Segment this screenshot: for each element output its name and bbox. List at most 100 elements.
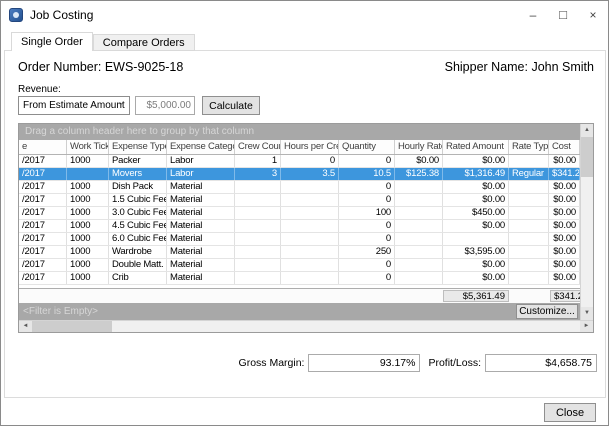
close-button[interactable]: Close bbox=[544, 403, 596, 422]
gross-margin-value: 93.17% bbox=[308, 354, 420, 372]
column-header[interactable]: Work Ticket bbox=[67, 140, 109, 154]
column-header[interactable]: Cost bbox=[549, 140, 580, 154]
expenses-grid: Drag a column header here to group by th… bbox=[18, 123, 594, 333]
column-header[interactable]: e bbox=[19, 140, 67, 154]
column-header[interactable]: Expense Category bbox=[167, 140, 235, 154]
table-cell: $0.00 bbox=[443, 220, 509, 232]
scroll-down-icon[interactable]: ▼ bbox=[581, 307, 593, 320]
horizontal-scrollbar-track[interactable] bbox=[112, 321, 580, 332]
table-row[interactable]: /2017MoversLabor33.510.5$125.38$1,316.49… bbox=[19, 168, 580, 181]
table-row[interactable]: /201710006.0 Cubic FeetMaterial0$0.00 bbox=[19, 233, 580, 246]
tab-compare-orders[interactable]: Compare Orders bbox=[93, 34, 195, 51]
table-cell: $0.00 bbox=[549, 155, 580, 167]
column-header[interactable]: Hourly Rate bbox=[395, 140, 443, 154]
table-row[interactable]: /20171000WardrobeMaterial250$3,595.00$0.… bbox=[19, 246, 580, 259]
table-cell bbox=[235, 207, 281, 219]
scroll-left-icon[interactable]: ◄ bbox=[19, 321, 32, 332]
table-cell bbox=[395, 259, 443, 271]
table-cell: 3.0 Cubic Feet bbox=[109, 207, 167, 219]
table-cell: /2017 bbox=[19, 233, 67, 245]
shipper-name-text: Shipper Name: John Smith bbox=[445, 60, 594, 74]
table-cell: Material bbox=[167, 207, 235, 219]
table-cell bbox=[281, 272, 339, 284]
table-cell: 1000 bbox=[67, 220, 109, 232]
table-cell bbox=[509, 155, 549, 167]
table-cell: 0 bbox=[281, 155, 339, 167]
table-cell: $341.25 bbox=[549, 168, 580, 180]
column-header[interactable]: Rated Amount bbox=[443, 140, 509, 154]
table-cell: $3,595.00 bbox=[443, 246, 509, 258]
revenue-label: Revenue: bbox=[18, 84, 61, 95]
horizontal-scrollbar[interactable]: ◄ ► bbox=[19, 320, 593, 332]
table-cell: $0.00 bbox=[395, 155, 443, 167]
summary-spacer bbox=[339, 289, 395, 303]
minimize-icon[interactable]: – bbox=[518, 1, 548, 28]
table-row[interactable]: /20171000Double Matt.Material0$0.00$0.00 bbox=[19, 259, 580, 272]
table-cell: /2017 bbox=[19, 181, 67, 193]
table-cell: 10.5 bbox=[339, 168, 395, 180]
revenue-source-select[interactable]: From Estimate Amount ⌄ bbox=[18, 96, 130, 115]
table-cell bbox=[395, 181, 443, 193]
table-row[interactable]: /201710004.5 Cubic FeetMaterial0$0.00$0.… bbox=[19, 220, 580, 233]
table-row[interactable]: /201710003.0 Cubic FeetMaterial100$450.0… bbox=[19, 207, 580, 220]
table-cell: $0.00 bbox=[443, 181, 509, 193]
close-window-icon[interactable]: × bbox=[578, 1, 608, 28]
horizontal-scrollbar-thumb[interactable] bbox=[32, 321, 112, 332]
table-cell: Labor bbox=[167, 168, 235, 180]
column-header[interactable]: Hours per Crew bbox=[281, 140, 339, 154]
revenue-amount-input[interactable]: $5,000.00 bbox=[135, 96, 195, 115]
column-header[interactable]: Quantity bbox=[339, 140, 395, 154]
table-cell bbox=[443, 233, 509, 245]
table-cell: $0.00 bbox=[443, 272, 509, 284]
scroll-up-icon[interactable]: ▲ bbox=[581, 124, 593, 137]
table-row[interactable]: /20171000CribMaterial0$0.00$0.00 bbox=[19, 272, 580, 285]
tab-strip: Single Order Compare Orders bbox=[11, 32, 195, 51]
table-row[interactable]: /20171000PackerLabor100$0.00$0.00$0.00 bbox=[19, 155, 580, 168]
customize-button[interactable]: Customize... bbox=[516, 304, 578, 319]
table-cell: /2017 bbox=[19, 259, 67, 271]
table-cell: 4.5 Cubic Feet bbox=[109, 220, 167, 232]
table-cell: Material bbox=[167, 272, 235, 284]
table-cell bbox=[281, 181, 339, 193]
group-by-bar[interactable]: Drag a column header here to group by th… bbox=[19, 124, 580, 140]
table-cell bbox=[509, 259, 549, 271]
tab-single-order[interactable]: Single Order bbox=[11, 32, 93, 51]
order-number-text: Order Number: EWS-9025-18 bbox=[18, 60, 183, 74]
vertical-scrollbar-track[interactable] bbox=[581, 177, 593, 307]
maximize-icon[interactable]: □ bbox=[548, 1, 578, 28]
job-costing-window: Job Costing – □ × Single Order Compare O… bbox=[0, 0, 609, 426]
table-cell: /2017 bbox=[19, 272, 67, 284]
table-row[interactable]: /20171000Dish PackMaterial0$0.00$0.00 bbox=[19, 181, 580, 194]
scroll-right-icon[interactable]: ► bbox=[580, 321, 593, 332]
table-cell bbox=[509, 181, 549, 193]
table-cell: $0.00 bbox=[549, 220, 580, 232]
table-cell: $0.00 bbox=[549, 194, 580, 206]
table-cell: 0 bbox=[339, 155, 395, 167]
vertical-scrollbar[interactable]: ▲ ▼ bbox=[580, 124, 593, 320]
table-cell: $0.00 bbox=[549, 207, 580, 219]
vertical-scrollbar-thumb[interactable] bbox=[581, 137, 593, 177]
titlebar: Job Costing – □ × bbox=[1, 1, 608, 28]
table-cell: $0.00 bbox=[549, 259, 580, 271]
column-header[interactable]: Rate Type bbox=[509, 140, 549, 154]
calculate-button[interactable]: Calculate bbox=[202, 96, 260, 115]
table-cell: 250 bbox=[339, 246, 395, 258]
grid-summary-row: $5,361.49$341.25 bbox=[19, 288, 580, 303]
table-cell bbox=[281, 259, 339, 271]
table-cell: 1000 bbox=[67, 246, 109, 258]
column-header[interactable]: Crew Count bbox=[235, 140, 281, 154]
table-row[interactable]: /201710001.5 Cubic FeetMaterial0$0.00$0.… bbox=[19, 194, 580, 207]
table-cell: 1000 bbox=[67, 155, 109, 167]
column-header[interactable]: Expense Type bbox=[109, 140, 167, 154]
single-order-tab-page: Order Number: EWS-9025-18 Shipper Name: … bbox=[4, 50, 606, 398]
table-cell: 1000 bbox=[67, 259, 109, 271]
table-cell: $0.00 bbox=[443, 194, 509, 206]
app-icon bbox=[9, 8, 23, 22]
gross-margin-label: Gross Margin: bbox=[239, 357, 305, 369]
table-cell: $0.00 bbox=[443, 155, 509, 167]
table-cell bbox=[509, 233, 549, 245]
grid-main: Drag a column header here to group by th… bbox=[19, 124, 593, 320]
table-cell: /2017 bbox=[19, 246, 67, 258]
table-cell: $0.00 bbox=[549, 181, 580, 193]
filter-bar: <Filter is Empty> Customize... bbox=[19, 303, 580, 320]
